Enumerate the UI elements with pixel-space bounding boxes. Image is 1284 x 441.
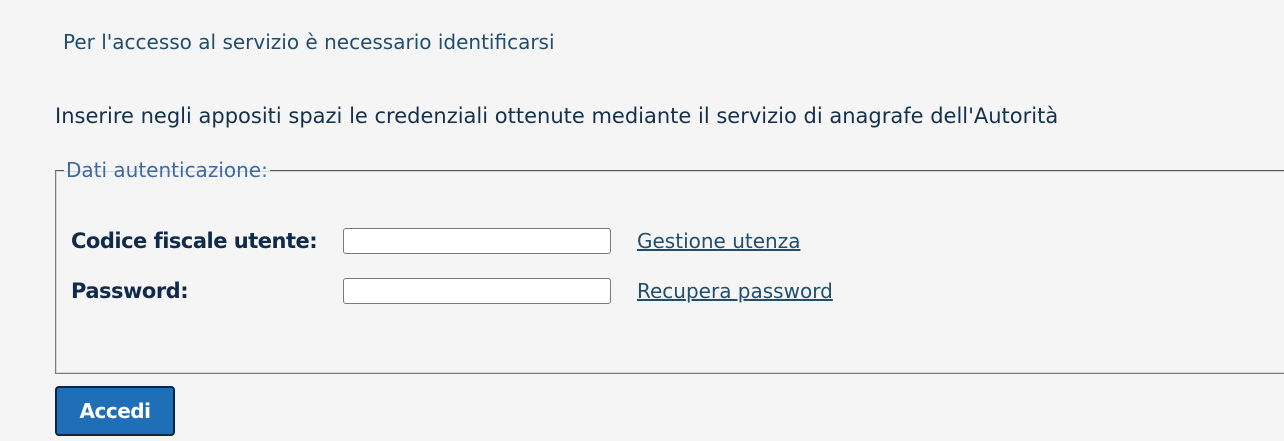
authentication-fieldset: Dati autenticazione: [55, 158, 1284, 374]
credentials-instructions: Inserire negli appositi spazi le credenz… [55, 104, 1059, 128]
fiscal-code-label: Codice fiscale utente: [71, 229, 318, 253]
authentication-legend: Dati autenticazione: [66, 158, 268, 182]
fiscal-code-row: Codice fiscale utente: Gestione utenza [71, 226, 800, 256]
password-row: Password: Recupera password [71, 276, 833, 306]
login-button[interactable]: Accedi [55, 386, 175, 436]
access-intro-text: Per l'accesso al servizio è necessario i… [63, 30, 555, 54]
fiscal-code-input[interactable] [343, 228, 611, 254]
password-input[interactable] [343, 278, 611, 304]
recover-password-link[interactable]: Recupera password [637, 279, 833, 303]
manage-account-link[interactable]: Gestione utenza [637, 229, 800, 253]
password-label: Password: [71, 279, 189, 303]
